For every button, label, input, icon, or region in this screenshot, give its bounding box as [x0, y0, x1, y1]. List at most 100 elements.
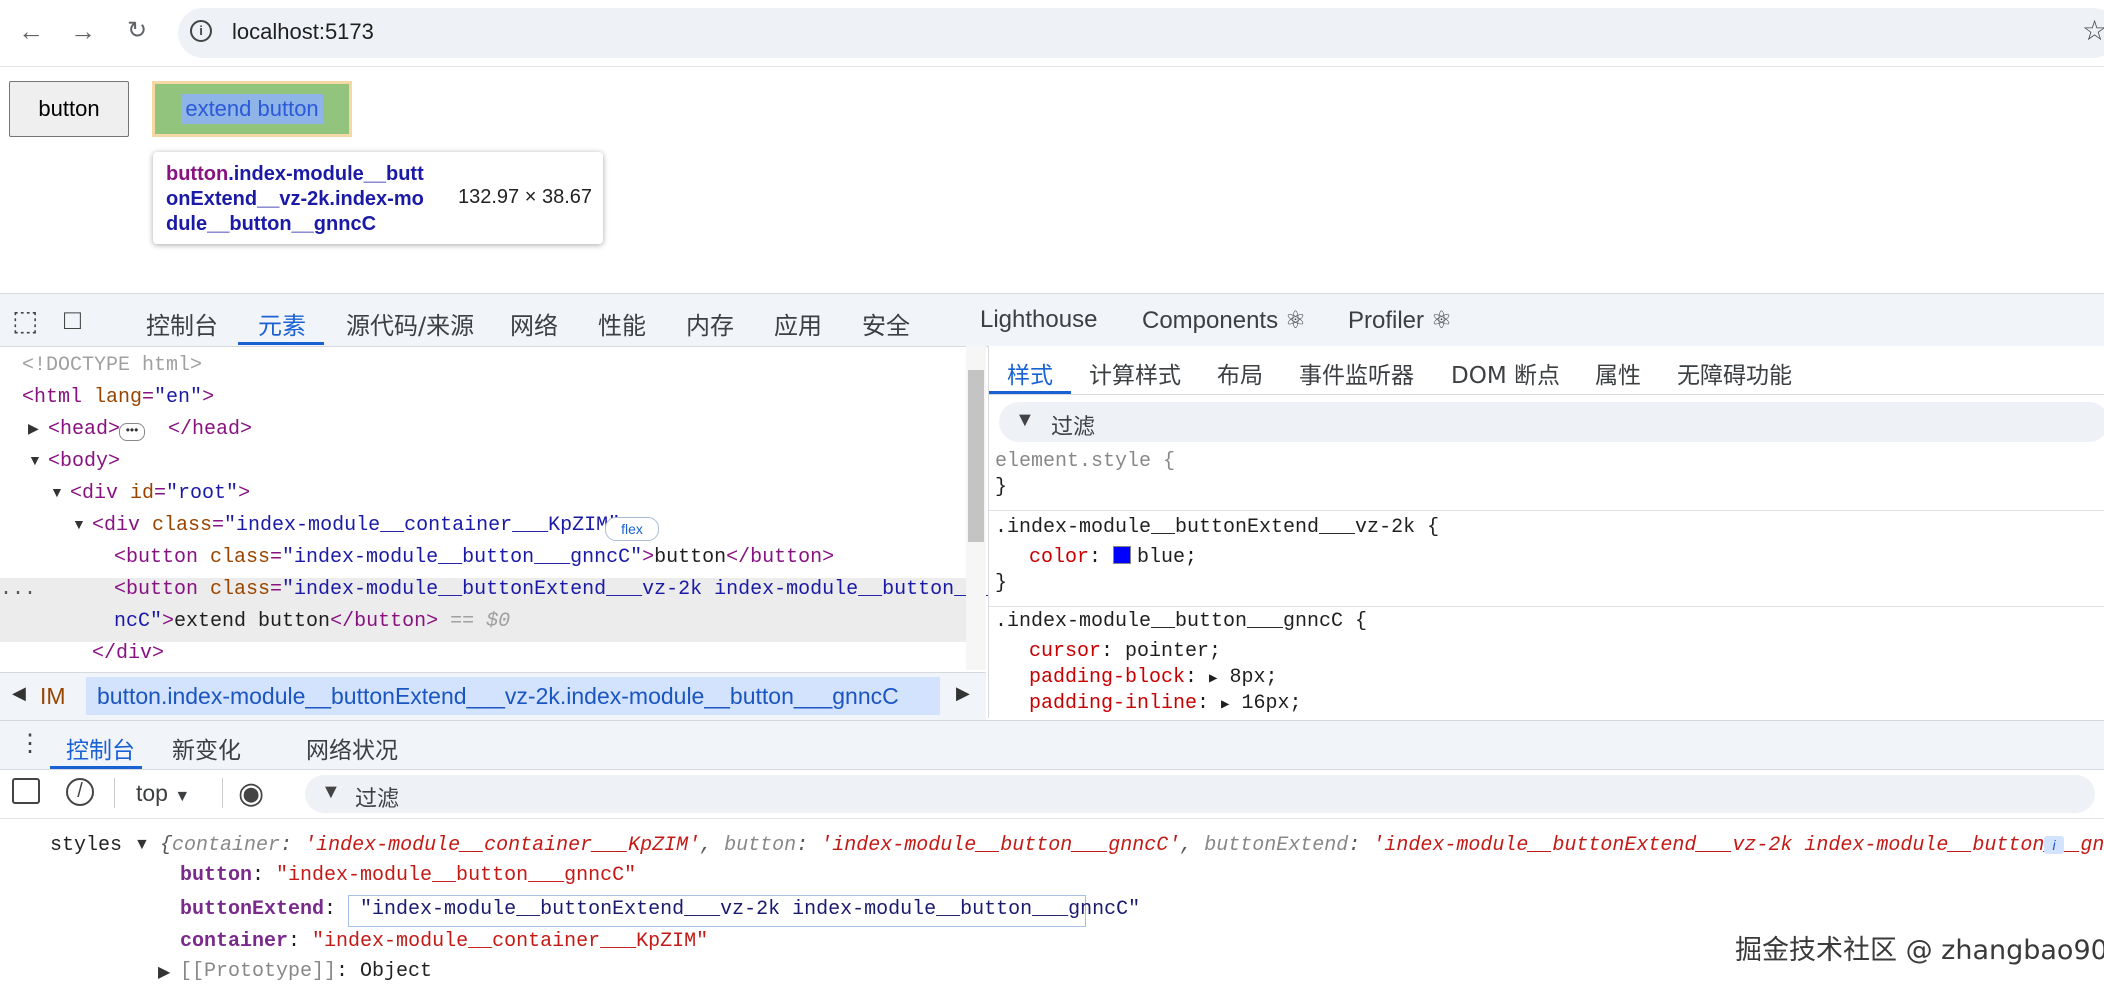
breadcrumb-item-current[interactable]: button.index-module__buttonExtend___vz-2… [97, 683, 899, 710]
collapse-triangle-icon[interactable]: ▼ [28, 452, 42, 468]
elements-scrollbar-thumb[interactable] [968, 370, 984, 542]
log-label: styles [50, 834, 123, 857]
expand-triangle-icon[interactable]: ▶ [1209, 671, 1217, 687]
button-tag: <button [114, 546, 199, 569]
tab-dom-breakpoints[interactable]: DOM 断点 [1451, 356, 1560, 390]
rule2-selector[interactable]: .index-module__button___gnncC { [995, 610, 1367, 633]
rule2-declaration[interactable]: padding-block: ▶ 8px; [1029, 666, 1278, 689]
drawer-tab-whats-new[interactable]: 新变化 [172, 731, 241, 765]
log-object-summary[interactable]: {container: 'index-module__container___K… [160, 834, 2104, 857]
selected-node-ref: == $0 [438, 610, 511, 633]
div-tag: <div [70, 482, 119, 505]
styles-pane: 样式 计算样式 布局 事件监听器 DOM 断点 属性 无障碍功能 ▼ 过滤 el… [988, 346, 2104, 718]
info-badge-icon[interactable]: i [2044, 836, 2064, 854]
div-attr-value: "index-module__container___KpZIM" [224, 514, 621, 537]
log-prop-button[interactable]: button: "index-module__button___gnncC" [180, 864, 636, 887]
button-attr: class [198, 546, 271, 569]
tab-lighthouse[interactable]: Lighthouse [980, 306, 1097, 334]
tab-accessibility[interactable]: 无障碍功能 [1677, 356, 1792, 390]
tab-sources[interactable]: 源代码/来源 [346, 306, 474, 341]
styles-filter-input[interactable]: ▼ 过滤 [999, 402, 2104, 442]
console-filter-input[interactable]: ▼ 过滤 [305, 775, 2095, 813]
dom-button-extend[interactable]: <button class="index-module__buttonExten… [114, 578, 1014, 601]
dom-doctype[interactable]: <!DOCTYPE html> [22, 354, 202, 377]
sidebar-toggle-icon[interactable] [12, 778, 40, 804]
reload-icon[interactable]: ↻ [120, 14, 154, 48]
expand-triangle-icon[interactable]: ▶ [28, 420, 39, 437]
rule2-value: 16px; [1241, 692, 1302, 715]
star-icon[interactable]: ☆ [2082, 14, 2104, 47]
expand-triangle-icon[interactable]: ▶ [158, 962, 170, 982]
dom-html[interactable]: <html lang="en"> [22, 386, 214, 409]
summary-key: container [172, 834, 281, 857]
collapse-triangle-icon[interactable]: ▼ [50, 484, 64, 500]
rule1-declaration[interactable]: color: blue; [1029, 546, 1197, 569]
ellipsis-badge[interactable]: ••• [119, 423, 145, 441]
tab-profiler[interactable]: Profiler ⚛ [1348, 306, 1452, 335]
eye-icon[interactable]: ◉ [238, 776, 264, 811]
button-attr: class [198, 578, 271, 601]
address-bar[interactable] [178, 8, 2104, 58]
tab-layout[interactable]: 布局 [1217, 356, 1263, 390]
dom-body[interactable]: <body> [48, 450, 120, 473]
rule1-selector[interactable]: .index-module__buttonExtend___vz-2k { [995, 516, 1439, 539]
url-text[interactable]: localhost:5173 [232, 19, 374, 45]
arrow-right-icon[interactable]: → [66, 14, 100, 48]
tooltip-tag: button [166, 163, 229, 185]
log-prop-container[interactable]: container: "index-module__container___Kp… [180, 930, 708, 953]
tab-security[interactable]: 安全 [862, 306, 910, 341]
dom-button-plain[interactable]: <button class="index-module__button___gn… [114, 546, 834, 569]
active-tab-indicator [238, 342, 324, 345]
prop-value: "index-module__button___gnncC" [276, 864, 637, 887]
rule2-declaration[interactable]: padding-inline: ▶ 16px; [1029, 692, 1302, 715]
color-swatch[interactable] [1113, 546, 1132, 564]
more-vert-icon[interactable]: ⋮ [18, 729, 42, 758]
tooltip-class-1: .index-module__butt [228, 163, 424, 185]
log-prop-prototype[interactable]: [[Prototype]]: Object [180, 960, 432, 983]
chevron-right-icon[interactable]: ▶ [956, 683, 970, 704]
arrow-left-icon[interactable]: ← [14, 14, 48, 48]
tab-event-listeners[interactable]: 事件监听器 [1299, 356, 1414, 390]
breadcrumb-item-prev[interactable]: IM [40, 683, 66, 710]
tab-console[interactable]: 控制台 [146, 306, 218, 341]
drawer-tab-network-conditions[interactable]: 网络状况 [306, 731, 398, 765]
context-label: top [136, 780, 168, 806]
rule2-declaration[interactable]: cursor: pointer; [1029, 640, 1221, 663]
tab-application[interactable]: 应用 [774, 306, 822, 341]
dom-head[interactable]: <head> </head> [48, 418, 252, 441]
tab-styles[interactable]: 样式 [1007, 356, 1053, 390]
clear-console-icon[interactable]: / [66, 778, 94, 806]
flex-badge[interactable]: flex [605, 517, 659, 541]
button-attr-value: "index-module__buttonExtend___vz-2k inde… [282, 578, 1015, 601]
dom-div-container[interactable]: <div class="index-module__container___Kp… [92, 514, 632, 537]
collapse-triangle-icon[interactable]: ▼ [134, 836, 150, 854]
expand-triangle-icon[interactable]: ▶ [1221, 697, 1229, 713]
tab-memory[interactable]: 内存 [686, 306, 734, 341]
rule2-value: pointer; [1125, 640, 1222, 663]
log-prop-buttonExtend[interactable]: buttonExtend: "index-module__buttonExten… [180, 898, 1140, 921]
console-output: styles ▼ {container: 'index-module__cont… [0, 820, 2104, 988]
element-style-selector[interactable]: element.style { [995, 450, 1175, 473]
dom-div-close[interactable]: </div> [92, 642, 164, 665]
dom-div-root[interactable]: <div id="root"> [70, 482, 250, 505]
context-selector[interactable]: top ▼ [136, 780, 190, 807]
collapse-triangle-icon[interactable]: ▼ [72, 516, 86, 532]
dom-button-extend-cont[interactable]: ncC">extend button</button> == $0 [114, 610, 510, 633]
extend-button[interactable]: extend button [152, 81, 352, 137]
tab-components[interactable]: Components ⚛ [1142, 306, 1306, 335]
filter-label: 过滤 [355, 787, 400, 812]
tab-properties[interactable]: 属性 [1595, 356, 1641, 390]
tab-elements[interactable]: 元素 [258, 306, 306, 341]
rule1-value: blue [1137, 546, 1186, 569]
row-actions-dots[interactable]: ... [0, 578, 36, 601]
device-toolbar-icon[interactable]: □ [64, 304, 81, 336]
inspect-element-icon[interactable]: ⬚ [12, 304, 38, 337]
chevron-left-icon[interactable]: ◀ [12, 683, 26, 704]
tab-computed[interactable]: 计算样式 [1089, 356, 1181, 390]
site-info-icon[interactable]: i [190, 20, 212, 42]
summary-key: buttonExtend [1204, 834, 1349, 857]
tab-performance[interactable]: 性能 [598, 306, 646, 341]
drawer-tab-console[interactable]: 控制台 [66, 731, 135, 765]
plain-button[interactable]: button [9, 81, 129, 137]
tab-network[interactable]: 网络 [510, 306, 558, 341]
